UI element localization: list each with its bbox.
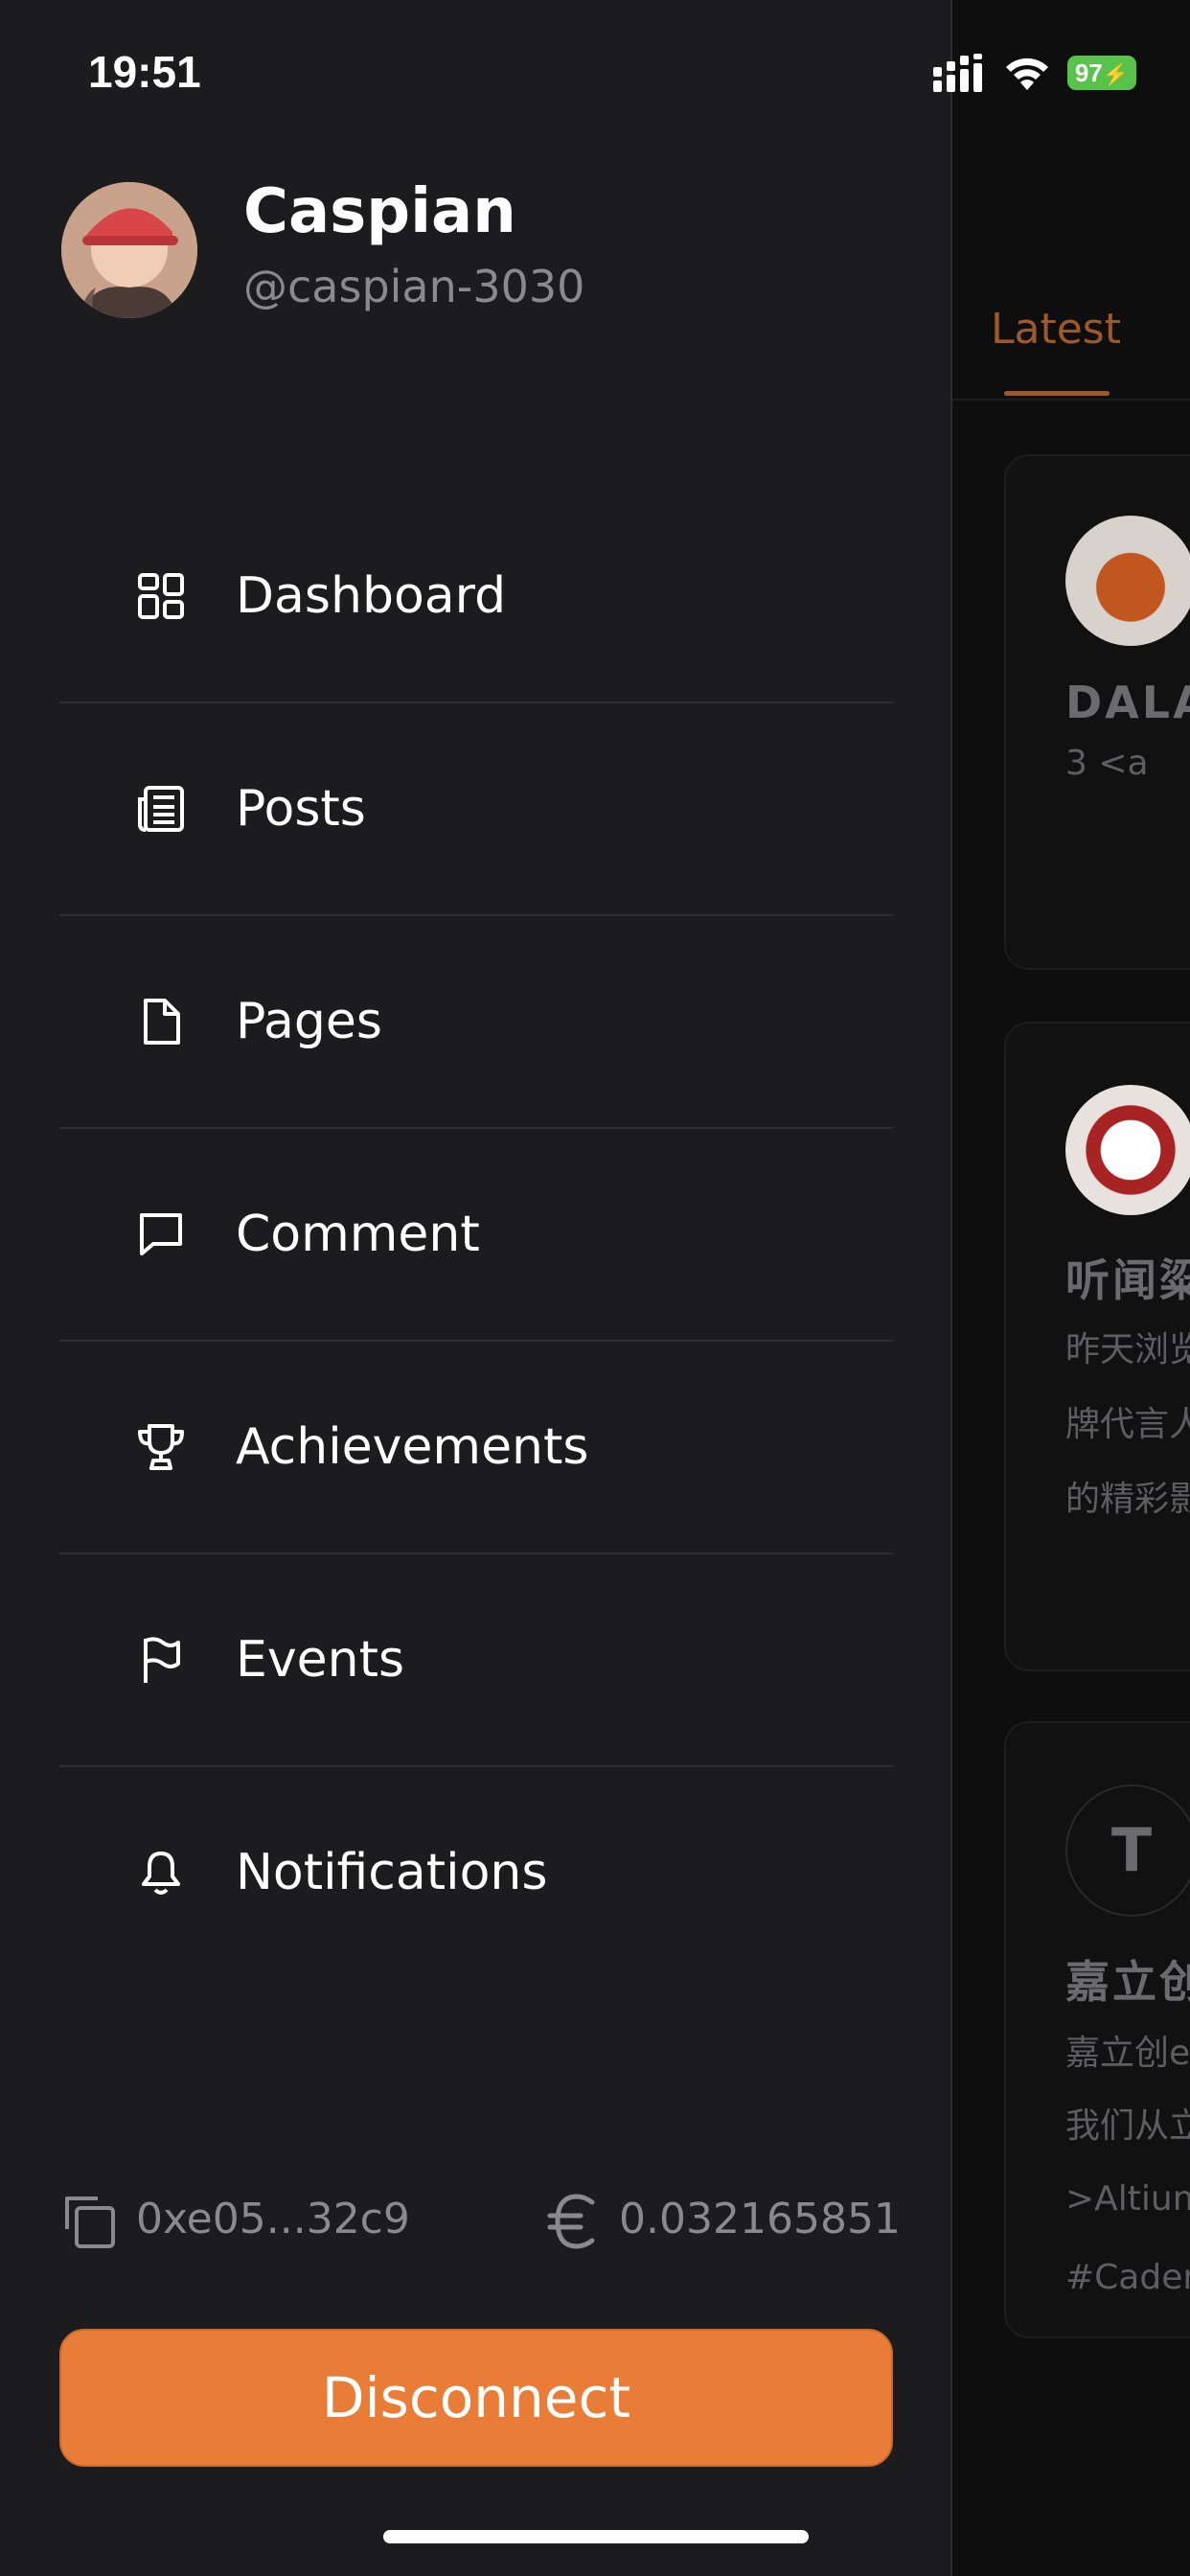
profile-handle: @caspian-3030 (243, 261, 585, 312)
card-text: 的精彩影 (1065, 1480, 1190, 1519)
wallet-info: 0xe05...32c9 0.032165851 (59, 2187, 901, 2254)
avatar[interactable] (61, 182, 197, 318)
menu-item-comment[interactable]: Comment (59, 1129, 893, 1342)
drawer-menu: Dashboard Posts Pages Comment Achievemen… (59, 491, 893, 1978)
menu-item-label: Dashboard (236, 567, 507, 625)
dashboard-icon (138, 573, 184, 619)
menu-item-label: Notifications (236, 1844, 548, 1901)
tab-latest[interactable]: Latest (991, 305, 1121, 354)
menu-item-dashboard[interactable]: Dashboard (59, 491, 893, 703)
menu-item-label: Comment (236, 1206, 480, 1263)
flag-icon (144, 1637, 180, 1683)
card-title: 听闻粱 (1065, 1254, 1190, 1306)
status-time: 19:51 (88, 47, 201, 97)
card-text: >Altium (1065, 2179, 1190, 2219)
card-text: 昨天浏览 (1065, 1330, 1190, 1369)
card-avatar (1065, 516, 1190, 646)
menu-item-achievements[interactable]: Achievements (59, 1342, 893, 1554)
menu-item-pages[interactable]: Pages (59, 916, 893, 1129)
card-avatar (1065, 1085, 1190, 1215)
home-indicator[interactable] (383, 2530, 809, 2543)
menu-item-posts[interactable]: Posts (59, 703, 893, 916)
card-text: 我们从立 (1065, 2106, 1190, 2146)
posts-icon (138, 786, 184, 832)
tab-underline (1004, 391, 1110, 396)
menu-item-label: Events (236, 1631, 405, 1689)
menu-item-events[interactable]: Events (59, 1554, 893, 1767)
wifi-icon (1006, 58, 1048, 90)
profile-name: Caspian (243, 176, 516, 247)
side-drawer: 19:51 97⚡ Caspian @caspian-3030 Dashboar… (0, 0, 1136, 2576)
card-title: DALA (1065, 677, 1190, 728)
battery-level: 97 (1074, 58, 1103, 87)
feed-card[interactable]: T 嘉立创 嘉立创e 我们从立 >Altium #Cader (1004, 1721, 1190, 2338)
feed-card[interactable]: 听闻粱 昨天浏览 牌代言人 的精彩影 (1004, 1022, 1190, 1671)
feed-card[interactable]: DALA 3 <a (1004, 454, 1190, 970)
menu-item-label: Pages (236, 993, 382, 1050)
card-avatar: T (1065, 1784, 1190, 1917)
disconnect-button[interactable]: Disconnect (59, 2329, 893, 2467)
card-title: 嘉立创 (1065, 1956, 1190, 2008)
copy-icon[interactable] (59, 2191, 121, 2252)
page-icon (144, 999, 180, 1045)
trophy-icon (138, 1424, 184, 1470)
comment-icon (140, 1213, 182, 1255)
card-text: 牌代言人 (1065, 1405, 1190, 1444)
wallet-balance: 0.032165851 (619, 2195, 901, 2243)
menu-item-label: Posts (236, 780, 366, 838)
screen: Latest DALA 3 <a 听闻粱 昨天浏览 牌代言人 的精彩影 T 嘉立… (0, 0, 1190, 2576)
wallet-address[interactable]: 0xe05...32c9 (136, 2195, 410, 2243)
tabs-divider (952, 399, 1190, 401)
battery-indicator: 97⚡ (1067, 56, 1136, 90)
euro-icon (547, 2194, 595, 2249)
bell-icon (142, 1852, 180, 1895)
card-text: 嘉立创e (1065, 2034, 1190, 2073)
cellular-signal-icon (933, 54, 982, 92)
avatar-image (61, 182, 197, 318)
menu-item-label: Achievements (236, 1418, 589, 1476)
card-text: 3 <a (1065, 744, 1149, 783)
card-text: #Cader (1065, 2258, 1190, 2297)
menu-item-notifications[interactable]: Notifications (59, 1767, 893, 1978)
